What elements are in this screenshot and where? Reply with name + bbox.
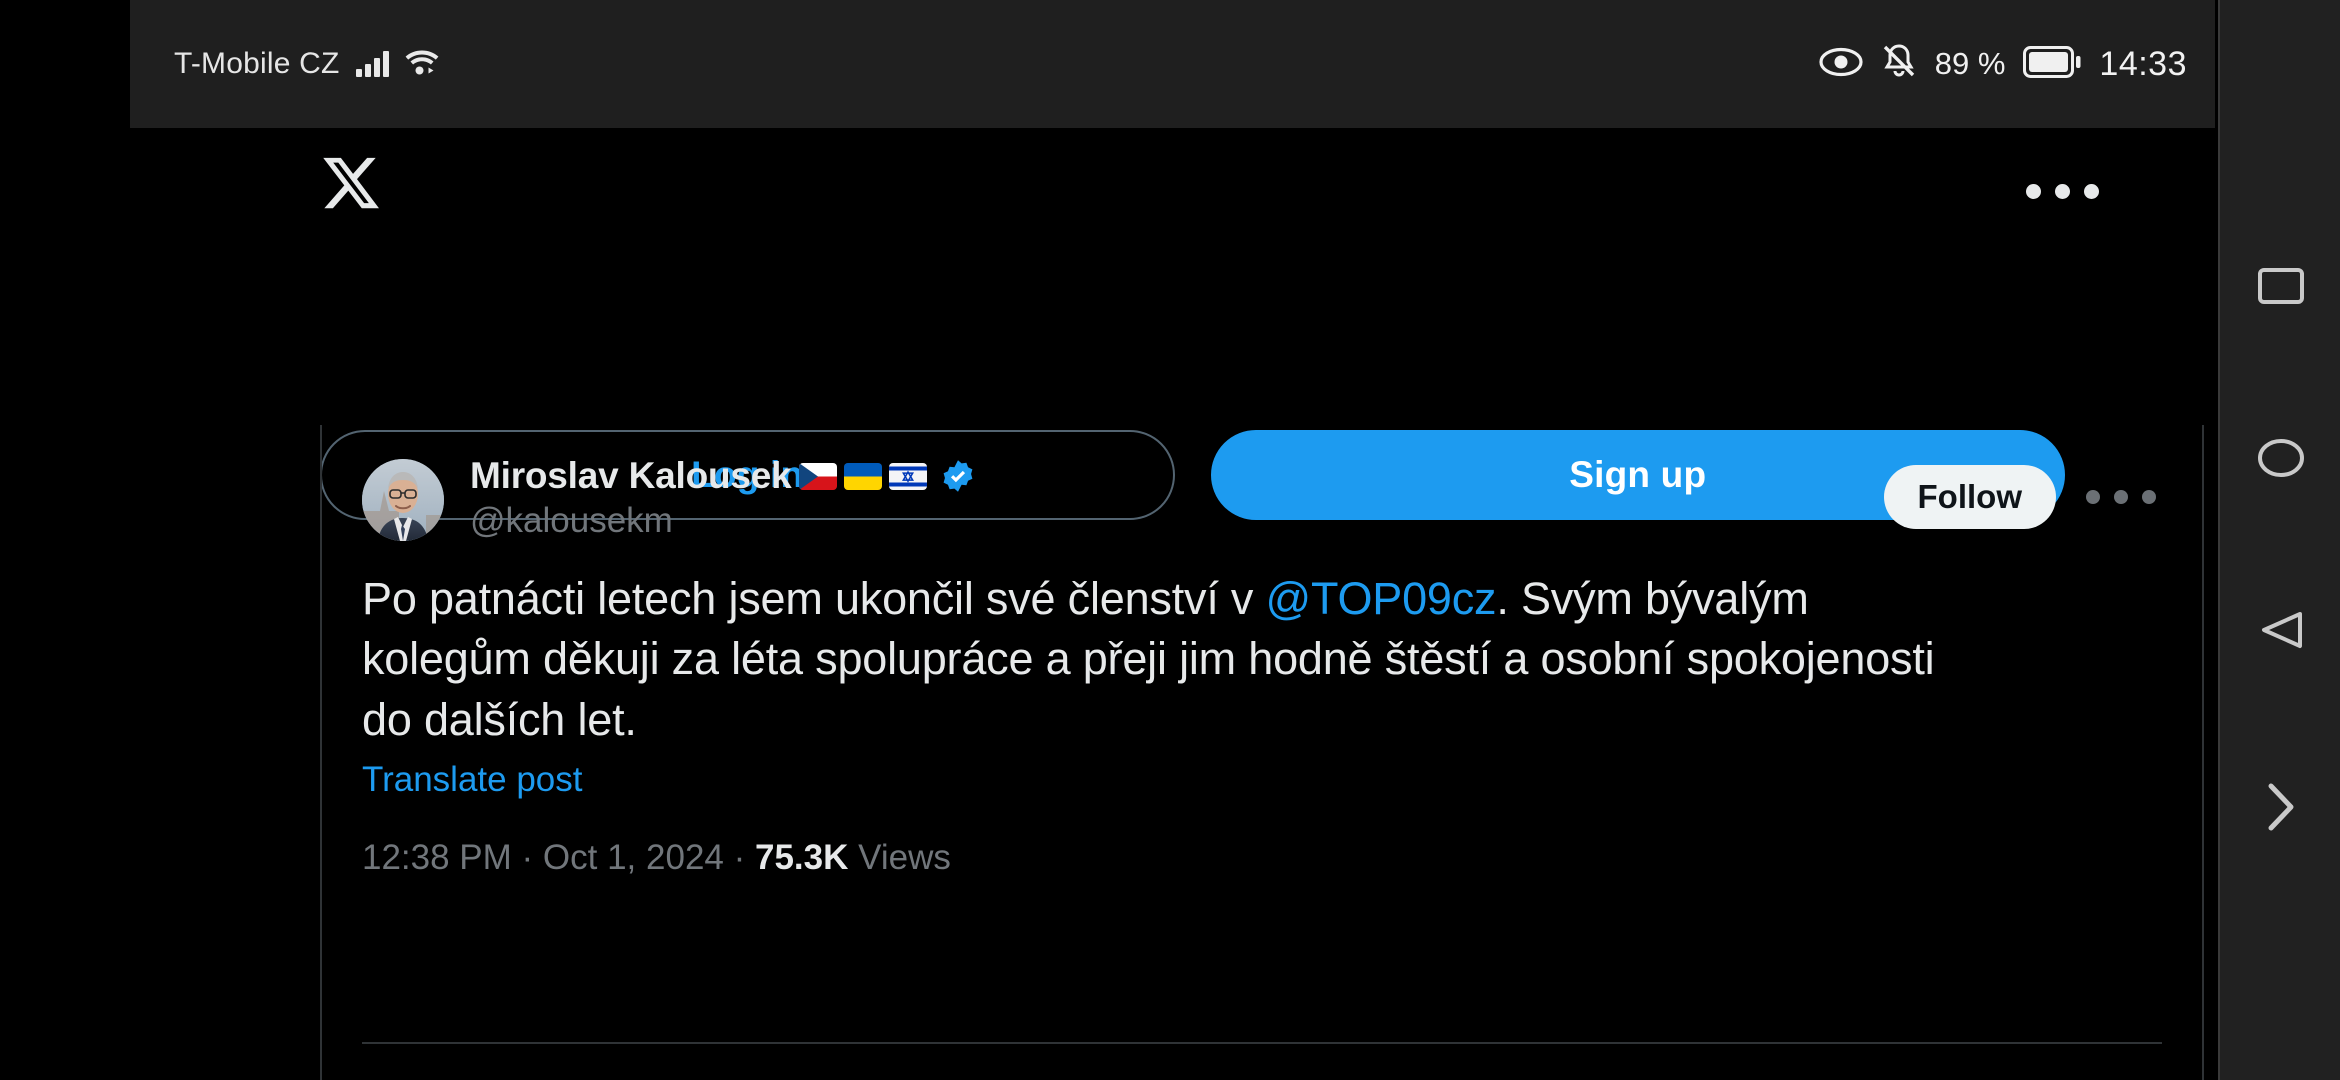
display-name: Miroslav Kalousek bbox=[470, 455, 792, 496]
bell-off-icon bbox=[1881, 43, 1917, 86]
post-date: Oct 1, 2024 bbox=[542, 837, 724, 877]
carrier-label: T-Mobile CZ bbox=[174, 47, 340, 80]
post-actions: Follow bbox=[1883, 455, 2162, 529]
meta-separator-1: · bbox=[511, 837, 543, 877]
post-header: Miroslav Kalousek @kalousekm Follow bbox=[362, 425, 2162, 541]
battery-percent-label: 89 % bbox=[1934, 46, 2006, 81]
status-bar-left: T-Mobile CZ bbox=[174, 47, 439, 81]
post-time: 12:38 PM bbox=[362, 837, 512, 877]
wifi-icon bbox=[405, 49, 439, 80]
views-label: Views bbox=[848, 837, 951, 877]
post-card: Miroslav Kalousek @kalousekm Follow Po p… bbox=[320, 425, 2204, 1080]
triangle-back-icon bbox=[2262, 612, 2302, 648]
post-more-icon[interactable] bbox=[2086, 490, 2162, 504]
post-mention-link[interactable]: @TOP09cz bbox=[1266, 573, 1497, 624]
app-content: Log in Sign up Miroslav Kalousek @kalous… bbox=[130, 128, 2215, 1080]
flag-czech-republic-icon bbox=[798, 462, 837, 490]
nav-recents-button[interactable] bbox=[2220, 268, 2340, 304]
post-divider bbox=[362, 1042, 2162, 1044]
status-bar-right: 89 % 14:33 bbox=[1819, 43, 2187, 86]
nav-back-button[interactable] bbox=[2220, 610, 2340, 650]
app-top-bar bbox=[130, 128, 2215, 258]
chevron-right-icon bbox=[2268, 783, 2294, 831]
circle-home-icon bbox=[2258, 439, 2304, 477]
nav-home-button[interactable] bbox=[2220, 438, 2340, 478]
display-name-row: Miroslav Kalousek bbox=[470, 455, 976, 497]
x-logo-icon[interactable] bbox=[320, 152, 382, 219]
translate-post-link[interactable]: Translate post bbox=[362, 760, 2162, 800]
handle-label: @kalousekm bbox=[470, 501, 673, 540]
screen: T-Mobile CZ 89 % 14:33 Log in Sign up Mi… bbox=[0, 0, 2340, 1080]
flag-israel-icon bbox=[888, 462, 927, 490]
post-text-part1: Po patnácti letech jsem ukončil své člen… bbox=[362, 573, 1266, 624]
verified-badge-icon bbox=[940, 458, 976, 494]
system-nav-bar bbox=[2218, 0, 2340, 1080]
post-text: Po patnácti letech jsem ukončil své člen… bbox=[362, 569, 1962, 750]
status-bar: T-Mobile CZ 89 % 14:33 bbox=[130, 0, 2215, 128]
flag-ukraine-icon bbox=[843, 462, 882, 490]
meta-separator-2: · bbox=[723, 837, 755, 877]
battery-icon bbox=[2023, 45, 2081, 83]
nav-expand-button[interactable] bbox=[2220, 780, 2340, 834]
post-identity: Miroslav Kalousek @kalousekm bbox=[470, 455, 976, 541]
view-count: 75.3K bbox=[754, 837, 849, 877]
follow-button[interactable]: Follow bbox=[1883, 465, 2056, 529]
post-meta: 12:38 PM · Oct 1, 2024 · 75.3K Views bbox=[362, 838, 2162, 878]
square-recents-icon bbox=[2258, 268, 2304, 304]
avatar[interactable] bbox=[362, 459, 444, 541]
clock-label: 14:33 bbox=[2099, 44, 2187, 83]
eye-icon bbox=[1819, 47, 1863, 82]
top-bar-more-icon[interactable] bbox=[2026, 184, 2099, 199]
signal-bars-icon bbox=[355, 51, 389, 77]
